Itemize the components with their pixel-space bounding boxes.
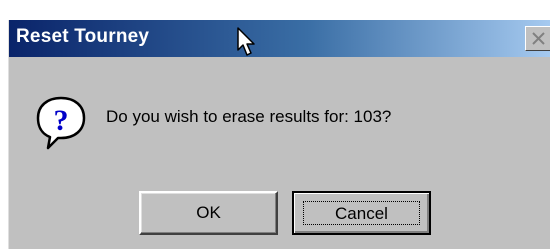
ok-button[interactable]: OK	[139, 191, 278, 235]
title-bar[interactable]: Reset Tourney	[9, 20, 550, 57]
focus-rectangle: Cancel	[303, 201, 420, 225]
question-icon: ?	[34, 94, 88, 157]
confirmation-message: Do you wish to erase results for: 103?	[106, 107, 392, 126]
ok-button-label: OK	[196, 203, 221, 222]
svg-text:?: ?	[54, 104, 69, 137]
cancel-button-label: Cancel	[335, 204, 388, 223]
window-title: Reset Tourney	[16, 26, 150, 47]
close-button[interactable]	[525, 26, 550, 51]
cancel-button[interactable]: Cancel	[292, 191, 431, 235]
close-icon	[532, 32, 545, 45]
mouse-pointer-icon	[237, 27, 257, 62]
reset-tourney-dialog: Reset Tourney ? Do you wish to erase res…	[8, 20, 550, 249]
